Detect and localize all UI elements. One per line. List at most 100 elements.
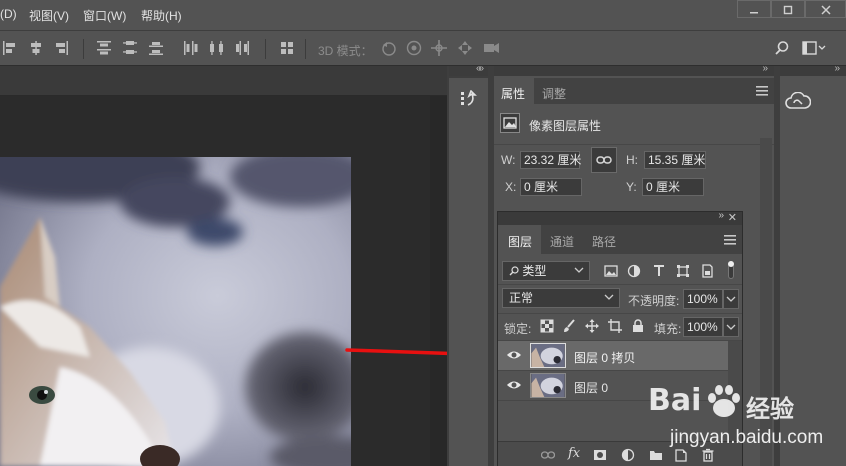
collapse-icon[interactable]: » <box>718 210 724 221</box>
opacity-dropdown-button[interactable] <box>723 289 739 309</box>
divider <box>498 313 742 314</box>
creative-cloud-libraries-icon[interactable] <box>785 91 812 110</box>
height-field[interactable]: 15.35 厘米 <box>644 151 706 169</box>
search-icon[interactable] <box>774 40 790 56</box>
width-field[interactable]: 23.32 厘米 <box>520 151 581 169</box>
filter-pixel-icon[interactable] <box>604 264 618 278</box>
filter-toggle-switch[interactable] <box>728 261 736 281</box>
collapse-icon[interactable]: » <box>762 63 768 74</box>
close-icon <box>820 5 831 15</box>
link-layers-icon[interactable] <box>541 448 555 462</box>
panel-menu-icon[interactable] <box>724 234 736 245</box>
canvas-image[interactable] <box>0 157 351 466</box>
menu-item-view[interactable]: 视图(V) <box>29 7 69 24</box>
roll-3d-icon[interactable] <box>405 39 423 57</box>
tab-channels[interactable]: 通道 <box>541 225 583 254</box>
watermark-url: jingyan.baidu.com <box>670 427 824 448</box>
baidu-paw-logo <box>708 385 740 417</box>
collapse-bar[interactable]: « » <box>476 63 774 76</box>
rotate-3d-icon[interactable] <box>380 39 398 57</box>
collapse-bar[interactable]: » <box>449 63 488 76</box>
layer-row[interactable]: 图层 0 拷贝 <box>498 341 728 370</box>
panel-menu-icon[interactable] <box>756 85 768 96</box>
lock-move-icon[interactable] <box>585 319 599 333</box>
chevron-down-icon <box>726 324 736 330</box>
fx-icon[interactable]: fx <box>568 446 580 461</box>
tab-adjustments-label: 调整 <box>542 87 567 101</box>
menu-bar: (D) 视图(V) 窗口(W) 帮助(H) <box>0 0 846 30</box>
scale-3d-icon[interactable] <box>482 39 500 57</box>
properties-subtitle: 像素图层属性 <box>529 119 602 133</box>
history-panel-icon-strip <box>449 78 488 118</box>
maximize-button[interactable] <box>771 0 805 18</box>
close-button[interactable] <box>805 0 846 18</box>
distribute-vcenter-icon[interactable] <box>122 40 138 56</box>
filter-adjustment-icon[interactable] <box>627 264 641 278</box>
add-mask-icon[interactable] <box>593 448 607 462</box>
drag-3d-icon[interactable] <box>430 39 448 57</box>
distribute-bottom-icon[interactable] <box>148 40 164 56</box>
baidu-watermark: Bai 经验 jingyan.baidu.com <box>648 377 846 466</box>
distribute-hcenter-icon[interactable] <box>209 40 225 56</box>
menu-item-help[interactable]: 帮助(H) <box>141 7 182 24</box>
tab-paths-label: 路径 <box>592 235 617 249</box>
filter-shape-icon[interactable] <box>676 264 690 278</box>
fill-field[interactable]: 100% <box>683 317 723 337</box>
maximize-icon <box>783 5 793 15</box>
x-field[interactable]: 0 厘米 <box>520 178 582 196</box>
filter-type-icon[interactable] <box>652 264 666 278</box>
history-icon[interactable] <box>460 89 478 108</box>
tab-properties[interactable]: 属性 <box>494 78 534 104</box>
close-panel-icon[interactable]: ✕ <box>728 211 737 224</box>
menu-item-edit-partial[interactable]: (D) <box>0 7 17 21</box>
slide-3d-icon[interactable] <box>456 39 474 57</box>
auto-align-icon[interactable] <box>279 40 295 56</box>
filter-smart-object-icon[interactable] <box>700 264 714 278</box>
new-fill-adjustment-icon[interactable] <box>621 448 635 462</box>
layer-filter-value: 类型 <box>522 264 547 278</box>
opacity-field[interactable]: 100% <box>683 289 723 309</box>
layer-filter-dropdown[interactable]: 类型 <box>502 261 590 281</box>
distribute-left-icon[interactable] <box>183 40 199 56</box>
tab-properties-label: 属性 <box>501 87 526 101</box>
options-bar: 3D 模式： <box>0 30 846 66</box>
align-right-icon[interactable] <box>53 40 69 56</box>
link-dimensions-button[interactable] <box>591 147 617 173</box>
separator <box>265 39 266 59</box>
blend-mode-dropdown[interactable]: 正常 <box>502 288 620 308</box>
expand-icon[interactable]: « <box>476 63 482 74</box>
lock-artboard-icon[interactable] <box>608 319 622 333</box>
width-label: W: <box>501 153 516 167</box>
lock-transparent-icon[interactable] <box>540 319 554 333</box>
distribute-right-icon[interactable] <box>234 40 250 56</box>
chevron-down-icon <box>726 296 736 302</box>
layers-panel-header[interactable]: » ✕ <box>498 210 742 225</box>
workspace-switcher-icon[interactable] <box>802 41 826 55</box>
layer-name: 图层 0 拷贝 <box>574 351 636 365</box>
pixel-layer-icon <box>500 113 520 133</box>
tab-adjustments[interactable]: 调整 <box>534 78 574 104</box>
align-left-icon[interactable] <box>2 40 18 56</box>
watermark-brand: Bai <box>648 383 702 418</box>
tab-layers[interactable]: 图层 <box>498 225 541 254</box>
align-hcenter-icon[interactable] <box>28 40 44 56</box>
collapse-icon[interactable]: » <box>834 63 840 74</box>
y-field[interactable]: 0 厘米 <box>642 178 704 196</box>
separator <box>83 39 84 59</box>
divider <box>498 284 742 285</box>
minimize-button[interactable] <box>737 0 771 18</box>
visibility-eye-icon[interactable] <box>506 349 522 361</box>
height-label: H: <box>626 153 638 167</box>
collapse-bar[interactable]: » <box>780 63 846 76</box>
lock-paint-brush-icon[interactable] <box>562 319 576 333</box>
visibility-eye-icon[interactable] <box>506 379 522 391</box>
minimize-icon <box>750 12 758 14</box>
x-label: X: <box>505 180 517 194</box>
tab-paths[interactable]: 路径 <box>583 225 625 254</box>
lock-all-icon[interactable] <box>631 319 645 333</box>
fill-dropdown-button[interactable] <box>723 317 739 337</box>
link-icon <box>596 156 612 164</box>
distribute-top-icon[interactable] <box>96 40 112 56</box>
menu-item-window[interactable]: 窗口(W) <box>83 7 126 24</box>
husky-photo <box>0 157 351 466</box>
